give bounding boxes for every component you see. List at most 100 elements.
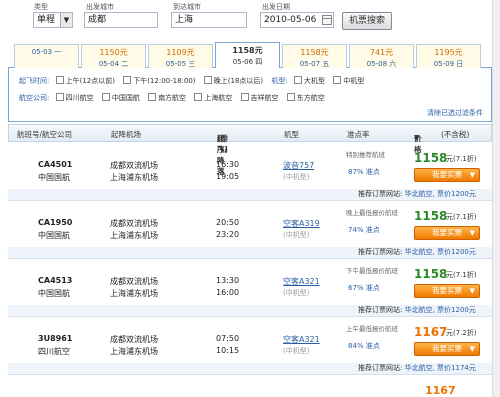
checkbox[interactable] [148,93,157,101]
col-flight: 航班号/航空公司 [17,130,73,139]
search-button[interactable]: 机票搜索 [342,12,392,30]
recommend-text: 推荐订票网站: 华北航空, 票价1200元 [358,248,476,256]
price-value: 1158 [414,209,448,223]
ontime-rate: 74% 准点 [348,226,380,234]
checkbox[interactable] [55,76,64,84]
dep-time: 07:50 [216,334,240,343]
price-discount: 元(7.1折) [446,213,477,221]
time-filter-row: 起飞时间: 上午(12点以前) 下午(12:00-18:00) 晚上(18点以后… [19,76,370,86]
plane-size: (中机型) [283,289,310,297]
checkbox[interactable] [55,93,64,101]
filter-airline-sichuan[interactable]: 四川航空 [55,93,94,102]
book-ticket-button[interactable]: 我要买票 ▼ [414,226,480,240]
filter-evening[interactable]: 晚上(18点以后) [203,76,263,85]
flight-row: CA1950 中国国航 成都双流机场 上海浦东机场 20:50 23:20 空客… [8,201,492,259]
col-airports: 起降机场 [111,130,141,139]
col-tax-note: (不含税) [441,130,470,139]
tab-date-5[interactable]: 741元 05-08 六 [349,44,414,68]
filter-morning[interactable]: 上午(12点以前) [55,76,115,85]
plane-model-link[interactable]: 空客A319 [283,218,320,229]
date-tabs: 05-03 一 1150元 05-04 二 1109元 05-05 三 1158… [8,42,492,69]
chevron-down-icon: ▼ [469,171,475,179]
to-label: 到达城市 [173,3,201,11]
filter-large-plane[interactable]: 大机型 [293,76,325,85]
tab-date-6[interactable]: 1195元 05-09 日 [416,44,481,68]
flight-row: CA4501 中国国航 成都双流机场 上海浦东机场 16:30 19:05 波音… [8,143,492,201]
filter-airline-shanghai[interactable]: 上海航空 [194,93,232,102]
checkbox[interactable] [293,76,302,84]
plane-size: (中机型) [283,231,310,239]
dep-time: 16:30 [216,160,240,169]
tab-date-4[interactable]: 1158元 05-07 五 [282,44,347,68]
ontime-rate: 87% 准点 [348,168,380,176]
price-value: 1158 [414,151,448,165]
flight-row: 3U8961 四川航空 成都双流机场 上海浦东机场 07:50 10:15 空客… [8,317,492,375]
filter-airline-juneyao[interactable]: 吉祥航空 [240,93,279,102]
checkbox[interactable] [123,76,132,84]
recommend-site-link[interactable]: 华北航空, 票价1200元 [405,306,476,314]
flight-tag: 下午最低报价航班 [346,267,398,275]
flight-number: CA4501 [38,160,73,169]
recommend-site-link[interactable]: 华北航空, 票价1200元 [405,190,476,198]
filter-airline-southern[interactable]: 南方航空 [148,93,186,102]
sort-down-icon: ▼ [414,133,420,142]
book-ticket-button[interactable]: 我要买票 ▼ [414,342,480,356]
filter-medium-plane[interactable]: 中机型 [333,76,364,85]
flight-tag: 上午最低报价航班 [346,325,398,333]
dep-time: 13:30 [216,276,240,285]
airline-filter-label: 航空公司: [19,94,50,102]
arr-time: 16:00 [216,288,240,297]
tab-date-3-active[interactable]: 1158元 05-06 四 [215,42,280,69]
date-input[interactable]: 2010-05-06 [260,12,334,28]
flight-number: CA4513 [38,276,73,285]
arr-time: 19:05 [216,172,240,181]
checkbox[interactable] [240,93,249,101]
filter-airline-eastern[interactable]: 东方航空 [286,93,325,102]
plane-size: (中机型) [283,173,310,181]
flight-row: CA4513 中国国航 成都双流机场 上海浦东机场 13:30 16:00 空客… [8,259,492,317]
airline-filter-row: 航空公司: 四川航空 中国国航 南方航空 上海航空 吉祥航空 东方航空 [19,93,331,103]
checkbox[interactable] [101,93,110,101]
price-value: 1167 [414,325,448,339]
tab-date-1[interactable]: 1150元 05-04 二 [81,44,146,68]
vertical-scrollbar[interactable] [492,0,500,397]
arr-airport: 上海浦东机场 [110,347,158,356]
col-model: 机型 [284,130,299,139]
type-label: 类型 [34,3,48,11]
plane-model-link[interactable]: 空客A321 [283,276,320,287]
airline-name: 四川航空 [38,347,70,356]
plane-size: (中机型) [283,347,310,355]
arr-time: 23:20 [216,230,240,239]
chevron-down-icon: ▼ [60,13,72,27]
plane-model-link[interactable]: 波音757 [283,160,314,171]
checkbox[interactable] [286,93,295,101]
col-ontime: 准点率 [347,130,370,139]
dep-airport: 成都双流机场 [110,335,158,344]
clear-filters-link[interactable]: 清除已选过滤条件 [427,108,483,118]
filter-afternoon[interactable]: 下午(12:00-18:00) [123,76,196,85]
plane-model-link[interactable]: 空客A321 [283,334,320,345]
flight-tag: 晚上最低报价航班 [346,209,398,217]
tab-date-0[interactable]: 05-03 一 [14,44,79,68]
airline-name: 中国国航 [38,289,70,298]
checkbox[interactable] [194,93,203,101]
book-ticket-button[interactable]: 我要买票 ▼ [414,168,480,182]
airline-name: 中国国航 [38,231,70,240]
recommend-site-link[interactable]: 华北航空, 票价1174元 [405,364,476,372]
date-label: 出发日期 [262,3,290,11]
from-city-input[interactable]: 成都 [84,12,158,28]
recommend-text: 推荐订票网站: 华北航空, 票价1200元 [358,306,476,314]
recommend-site-link[interactable]: 华北航空, 票价1200元 [405,248,476,256]
trip-type-select[interactable]: 单程 ▼ [33,12,73,28]
filter-airline-airchina[interactable]: 中国国航 [101,93,140,102]
checkbox[interactable] [203,76,212,84]
price-discount: 元(7.2折) [446,329,477,337]
recommend-text: 推荐订票网站: 华北航空, 票价1200元 [358,190,476,198]
to-city-input[interactable]: 上海 [171,12,247,28]
search-bar: 类型 单程 ▼ 出发城市 成都 到达城市 上海 出发日期 2010-05-06 … [0,0,500,38]
tab-date-2[interactable]: 1109元 05-05 三 [148,44,213,68]
book-ticket-button[interactable]: 我要买票 ▼ [414,284,480,298]
checkbox[interactable] [333,76,342,84]
calendar-icon[interactable] [322,15,332,25]
airline-name: 中国国航 [38,173,70,182]
